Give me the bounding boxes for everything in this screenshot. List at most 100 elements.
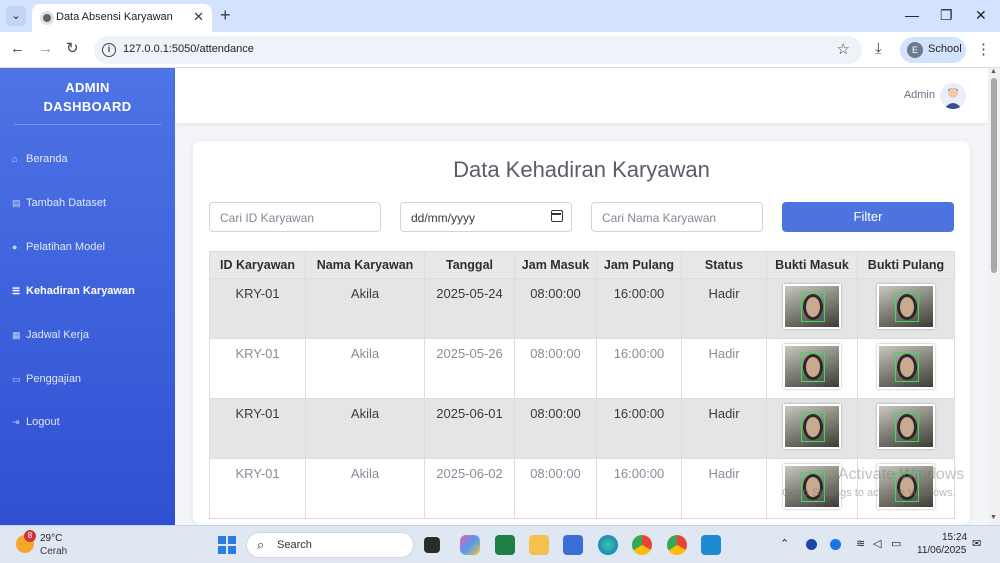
- cell-proof-in: [766, 338, 858, 399]
- sidebar-divider: [14, 124, 161, 125]
- page-scrollbar[interactable]: ▲ ▼: [988, 68, 1000, 525]
- column-header: Bukti Masuk: [766, 251, 858, 279]
- check-in-photo[interactable]: [783, 284, 841, 329]
- weather-badge: 8: [24, 530, 36, 542]
- filter-button[interactable]: Filter: [782, 202, 954, 232]
- sidebar-item-penggajian[interactable]: ▭ Penggajian: [12, 373, 81, 393]
- reload-button[interactable]: ↻: [66, 40, 79, 58]
- check-out-photo[interactable]: [877, 284, 935, 329]
- column-header: ID Karyawan: [209, 251, 306, 279]
- notification-icon[interactable]: ✉: [972, 537, 981, 550]
- tray-app-2-icon[interactable]: [830, 539, 841, 550]
- tab-search-button[interactable]: ⌄: [6, 6, 26, 26]
- cell-check-out: 16:00:00: [596, 398, 682, 459]
- forward-button[interactable]: →: [38, 40, 53, 58]
- search-id-input[interactable]: Cari ID Karyawan: [209, 202, 381, 232]
- tray-chevron-icon[interactable]: ⌃: [780, 537, 789, 550]
- close-window-button[interactable]: ✕: [975, 5, 987, 25]
- browser-menu-icon[interactable]: ⋮: [976, 40, 991, 58]
- chrome-icon[interactable]: [632, 535, 652, 555]
- search-icon: ⌕: [257, 537, 265, 552]
- check-out-photo[interactable]: [877, 344, 935, 389]
- cell-date: 2025-05-26: [424, 338, 515, 399]
- scroll-thumb[interactable]: [991, 78, 997, 273]
- cell-status: Hadir: [681, 338, 767, 399]
- back-button[interactable]: ←: [10, 40, 25, 58]
- sidebar-item-logout[interactable]: ⇥ Logout: [12, 416, 60, 436]
- cell-status: Hadir: [681, 398, 767, 459]
- taskbar-search-label: Search: [277, 539, 312, 551]
- cell-name: Akila: [305, 458, 425, 519]
- search-name-placeholder: Cari Nama Karyawan: [602, 211, 717, 225]
- clock-time[interactable]: 15:24: [942, 532, 967, 543]
- cell-check-out: 16:00:00: [596, 458, 682, 519]
- volume-icon[interactable]: ◁: [873, 537, 881, 550]
- new-tab-button[interactable]: +: [220, 5, 231, 25]
- windows-taskbar: 8 29°C Cerah ⌕ Search ⌃ ≋ ◁ ▭ 15:24 11/0…: [0, 525, 1000, 563]
- tray-app-icon[interactable]: [806, 539, 817, 550]
- cell-name: Akila: [305, 398, 425, 459]
- vscode-icon[interactable]: [701, 535, 721, 555]
- cell-proof-out: [857, 338, 955, 399]
- browser-tab[interactable]: Data Absensi Karyawan ✕: [32, 4, 212, 32]
- minimize-button[interactable]: —: [905, 5, 919, 25]
- excel-icon[interactable]: [495, 535, 515, 555]
- check-in-photo[interactable]: [783, 404, 841, 449]
- scroll-down-icon[interactable]: ▼: [990, 514, 997, 521]
- wifi-icon[interactable]: ≋: [856, 537, 865, 550]
- battery-icon[interactable]: ▭: [891, 537, 901, 550]
- user-avatar-icon: [944, 88, 962, 109]
- cell-id: KRY-01: [209, 458, 306, 519]
- sidebar-item-kehadiran-karyawan[interactable]: ☰ Kehadiran Karyawan: [12, 285, 135, 305]
- table-row: KRY-01 Akila 2025-05-24 08:00:00 16:00:0…: [209, 278, 955, 339]
- search-name-input[interactable]: Cari Nama Karyawan: [591, 202, 763, 232]
- file-explorer-icon[interactable]: [529, 535, 549, 555]
- cell-name: Akila: [305, 278, 425, 339]
- sidebar-item-pelatihan-model[interactable]: ● Pelatihan Model: [12, 241, 105, 261]
- table-header-row: ID Karyawan Nama Karyawan Tanggal Jam Ma…: [209, 251, 955, 279]
- sidebar-item-label: Kehadiran Karyawan: [26, 285, 135, 297]
- column-header: Nama Karyawan: [305, 251, 425, 279]
- cell-check-in: 08:00:00: [514, 338, 597, 399]
- windows-start-icon[interactable]: [218, 536, 236, 554]
- logout-icon: ⇥: [12, 417, 20, 427]
- date-input[interactable]: dd/mm/yyyy: [400, 202, 572, 232]
- column-header: Jam Masuk: [514, 251, 597, 279]
- sidebar-item-label: Logout: [26, 416, 60, 428]
- sidebar-item-beranda[interactable]: ⌂ Beranda: [12, 153, 68, 173]
- profile-button[interactable]: E School: [900, 37, 966, 63]
- sidebar-brand[interactable]: ADMIN DASHBOARD: [0, 78, 175, 116]
- close-tab-icon[interactable]: ✕: [193, 9, 204, 25]
- cell-check-out: 16:00:00: [596, 278, 682, 339]
- activation-watermark-title: Activate Windows: [838, 466, 965, 483]
- bookmark-star-icon[interactable]: ☆: [837, 40, 850, 58]
- address-toolbar: ← → ↻ i 127.0.0.1:5050/attendance ☆: [0, 32, 1000, 68]
- cell-id: KRY-01: [209, 398, 306, 459]
- copilot-icon[interactable]: [460, 535, 480, 555]
- sidebar-item-tambah-dataset[interactable]: ▤ Tambah Dataset: [12, 197, 106, 217]
- sidebar-item-jadwal-kerja[interactable]: ▦ Jadwal Kerja: [12, 329, 89, 349]
- temperature-text[interactable]: 29°C: [40, 533, 62, 544]
- site-info-icon[interactable]: i: [102, 43, 116, 57]
- cell-date: 2025-06-01: [424, 398, 515, 459]
- cell-check-out: 16:00:00: [596, 338, 682, 399]
- task-view-icon[interactable]: [424, 537, 440, 553]
- column-header: Jam Pulang: [596, 251, 682, 279]
- clock-date[interactable]: 11/06/2025: [917, 545, 966, 556]
- taskbar-search[interactable]: ⌕ Search: [246, 532, 414, 558]
- sidebar-item-label: Beranda: [26, 153, 68, 165]
- scroll-up-icon[interactable]: ▲: [990, 68, 997, 75]
- user-avatar[interactable]: [940, 83, 966, 109]
- cell-date: 2025-06-02: [424, 458, 515, 519]
- restore-button[interactable]: ❐: [940, 5, 953, 25]
- user-name[interactable]: Admin: [904, 89, 935, 101]
- check-out-photo[interactable]: [877, 404, 935, 449]
- chrome-profile-icon[interactable]: [667, 535, 687, 555]
- edge-icon[interactable]: [598, 535, 618, 555]
- check-in-photo[interactable]: [783, 344, 841, 389]
- download-icon[interactable]: ⤓: [875, 40, 882, 57]
- omnibox[interactable]: i 127.0.0.1:5050/attendance ☆: [94, 36, 862, 64]
- weather-description[interactable]: Cerah: [40, 546, 67, 557]
- store-icon[interactable]: [563, 535, 583, 555]
- calendar-picker-icon[interactable]: [551, 210, 563, 222]
